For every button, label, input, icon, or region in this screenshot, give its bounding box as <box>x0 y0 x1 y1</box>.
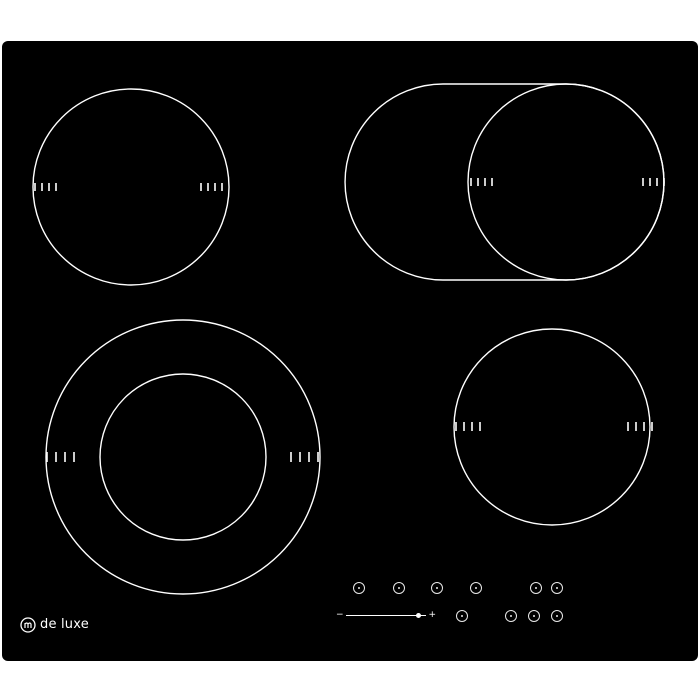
zone-rear-left-select-icon[interactable] <box>393 582 405 594</box>
slider-plus-label: + <box>428 610 436 620</box>
power-icon[interactable] <box>551 610 563 622</box>
zone-rear-left-ring <box>32 88 230 286</box>
zone-rear-left-ticks-left <box>34 183 57 191</box>
zone-rear-right-outline <box>344 83 665 281</box>
zone-front-right-select-icon[interactable] <box>470 582 482 594</box>
zone-front-right-ticks-left <box>455 422 481 431</box>
zone-rear-right-ticks-left <box>470 178 493 186</box>
zone-rear-left-ticks-right <box>200 183 223 191</box>
zone-front-right <box>453 328 651 526</box>
cooktop-markings <box>32 83 665 595</box>
timer-icon[interactable] <box>530 582 542 594</box>
zone-front-right-ticks-right <box>627 422 653 431</box>
power-level-slider[interactable]: − + <box>336 610 436 622</box>
zone-front-right-ring <box>453 328 651 526</box>
zone-front-left-ticks-right <box>290 452 319 462</box>
dual-zone-icon[interactable] <box>456 610 468 622</box>
zone-front-left-ticks-left <box>46 452 75 462</box>
zone-front-left-inner-ring <box>99 373 267 541</box>
brand-name: de luxe <box>40 617 89 632</box>
slider-track <box>346 615 426 616</box>
pause-icon[interactable] <box>528 610 540 622</box>
zone-rear-right-inner-ring <box>467 83 665 281</box>
zone-rear-right-ticks-right <box>642 178 665 186</box>
zone-front-left <box>45 319 321 595</box>
zone-rear-right-select-icon[interactable] <box>431 582 443 594</box>
zone-rear-right <box>344 83 665 281</box>
zone-rear-left <box>32 88 230 286</box>
lock-icon[interactable] <box>551 582 563 594</box>
slider-minus-label: − <box>336 610 344 620</box>
deluxe-logo-icon <box>20 617 36 633</box>
bridge-zone-icon[interactable] <box>505 610 517 622</box>
zone-front-left-select-icon[interactable] <box>353 582 365 594</box>
zone-front-left-outer-ring <box>45 319 321 595</box>
slider-knob[interactable] <box>415 613 421 618</box>
brand: de luxe <box>20 615 89 635</box>
